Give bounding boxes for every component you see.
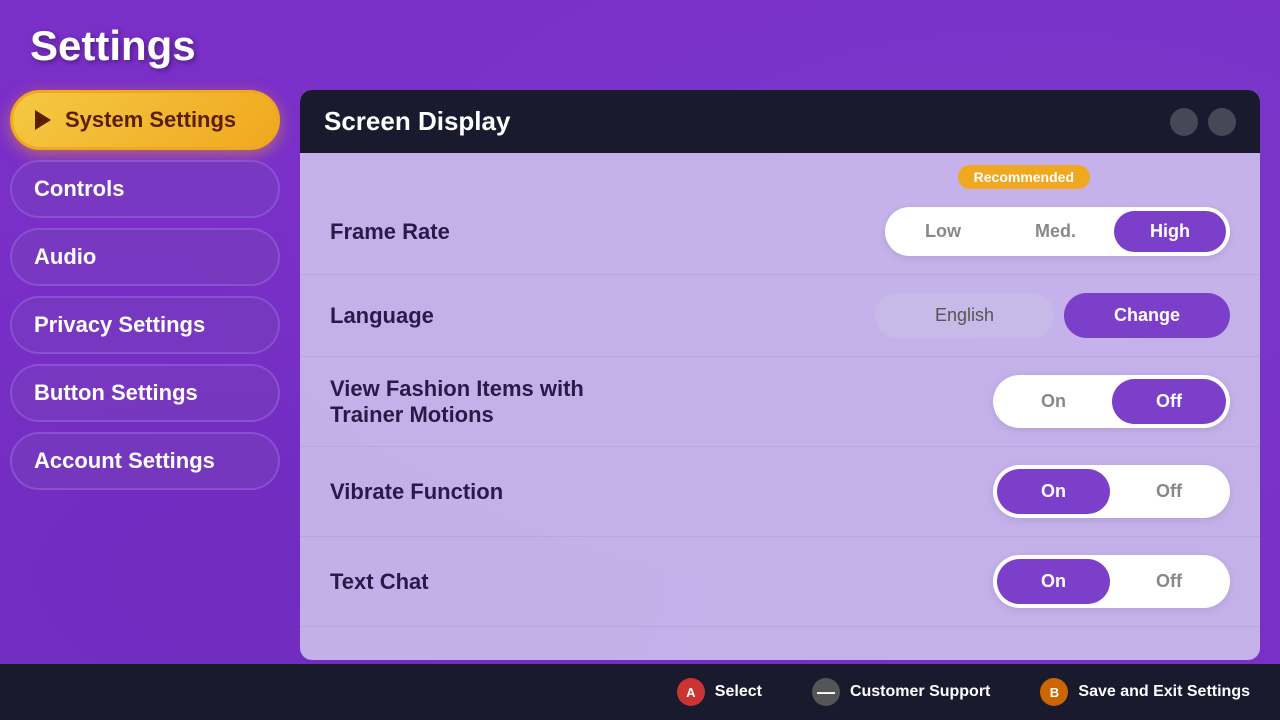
a-button-icon: A (677, 678, 705, 706)
settings-content: Recommended Frame Rate Low Med. High Lan… (300, 153, 1260, 627)
recommended-badge-row: Recommended (300, 153, 1260, 189)
frame-rate-low-button[interactable]: Low (889, 211, 997, 252)
sidebar-item-account-settings[interactable]: Account Settings (10, 432, 280, 490)
fashion-items-off-button[interactable]: Off (1112, 379, 1226, 424)
sidebar-item-privacy-settings[interactable]: Privacy Settings (10, 296, 280, 354)
language-label: Language (330, 303, 434, 329)
fashion-items-row: View Fashion Items with Trainer Motions … (300, 357, 1260, 447)
bottom-bar: A Select — Customer Support B Save and E… (0, 664, 1280, 720)
fashion-items-toggle-group: On Off (993, 375, 1230, 428)
frame-rate-toggle-group: Low Med. High (885, 207, 1230, 256)
frame-rate-row: Frame Rate Low Med. High (300, 189, 1260, 275)
language-change-button[interactable]: Change (1064, 293, 1230, 338)
sidebar-item-button-settings[interactable]: Button Settings (10, 364, 280, 422)
header-icon-1 (1170, 108, 1198, 136)
vibrate-function-off-button[interactable]: Off (1112, 469, 1226, 514)
fashion-items-label: View Fashion Items with Trainer Motions (330, 376, 584, 428)
frame-rate-label: Frame Rate (330, 219, 450, 245)
language-control: English Change (875, 293, 1230, 338)
vibrate-function-control: On Off (993, 465, 1230, 518)
vibrate-function-on-button[interactable]: On (997, 469, 1110, 514)
sidebar-item-system-settings[interactable]: System Settings (10, 90, 280, 150)
page-title: Settings (30, 22, 196, 70)
language-row: Language English Change (300, 275, 1260, 357)
sidebar-item-controls[interactable]: Controls (10, 160, 280, 218)
vibrate-function-row: Vibrate Function On Off (300, 447, 1260, 537)
select-action: A Select (677, 678, 762, 706)
frame-rate-med-button[interactable]: Med. (999, 211, 1112, 252)
customer-support-action: — Customer Support (812, 678, 990, 706)
frame-rate-control: Low Med. High (885, 207, 1230, 256)
panel-header: Screen Display (300, 90, 1260, 153)
vibrate-function-label: Vibrate Function (330, 479, 503, 505)
sidebar-item-audio[interactable]: Audio (10, 228, 280, 286)
text-chat-row: Text Chat On Off (300, 537, 1260, 627)
text-chat-label: Text Chat (330, 569, 429, 595)
save-exit-action: B Save and Exit Settings (1040, 678, 1250, 706)
header-icon-2 (1208, 108, 1236, 136)
minus-button-icon: — (812, 678, 840, 706)
text-chat-off-button[interactable]: Off (1112, 559, 1226, 604)
sidebar: System Settings Controls Audio Privacy S… (10, 90, 280, 490)
panel-title: Screen Display (324, 106, 510, 137)
b-button-icon: B (1040, 678, 1068, 706)
vibrate-function-toggle-group: On Off (993, 465, 1230, 518)
recommended-tag: Recommended (958, 165, 1090, 189)
save-exit-label: Save and Exit Settings (1078, 683, 1250, 701)
arrow-icon (35, 110, 51, 130)
select-label: Select (715, 683, 762, 701)
fashion-items-on-button[interactable]: On (997, 379, 1110, 424)
customer-support-label: Customer Support (850, 683, 990, 701)
fashion-items-control: On Off (993, 375, 1230, 428)
text-chat-toggle-group: On Off (993, 555, 1230, 608)
text-chat-on-button[interactable]: On (997, 559, 1110, 604)
panel-header-icons (1170, 108, 1236, 136)
main-panel: Screen Display Recommended Frame Rate Lo… (300, 90, 1260, 660)
text-chat-control: On Off (993, 555, 1230, 608)
frame-rate-high-button[interactable]: High (1114, 211, 1226, 252)
language-value: English (875, 293, 1054, 338)
